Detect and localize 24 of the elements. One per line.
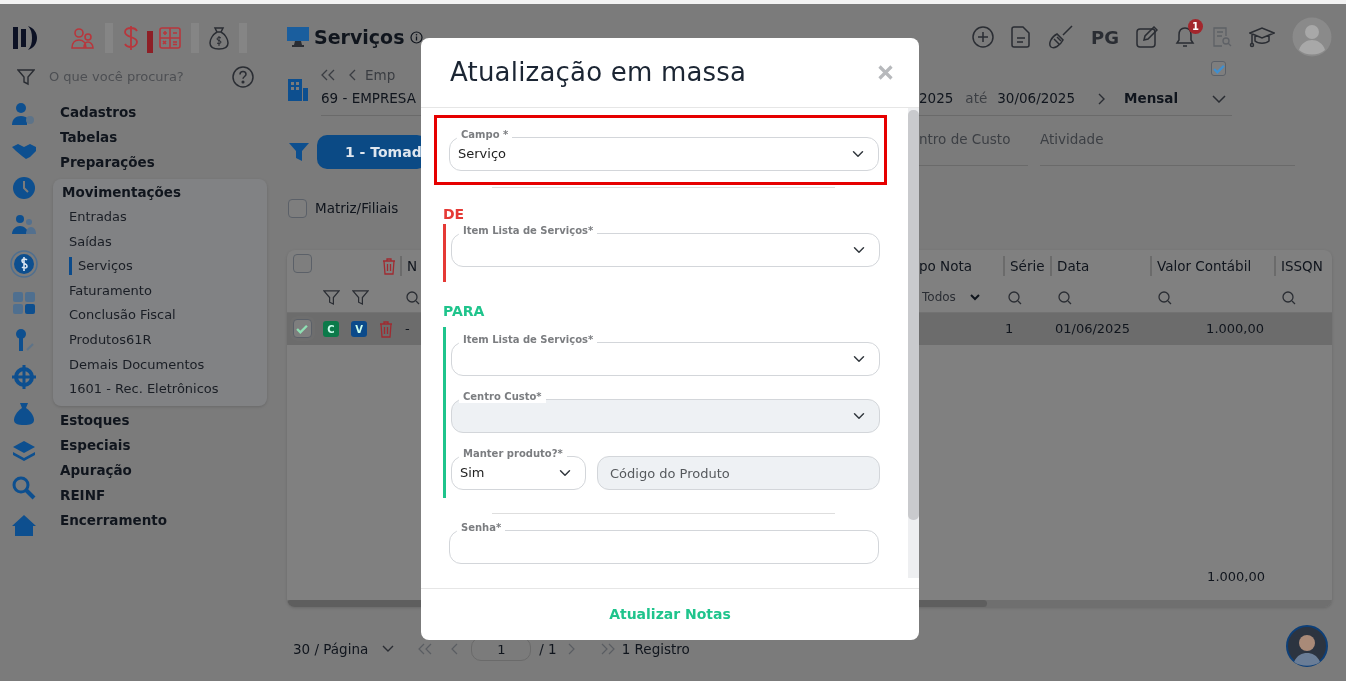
checkbox-label: Matriz/Filiais <box>315 198 399 218</box>
field-label: Centro Custo* <box>459 391 546 403</box>
total-value: 1.000,00 <box>1207 568 1265 586</box>
table-cell: 1 <box>1005 321 1014 337</box>
status-tag: C <box>323 321 339 337</box>
company-label: Emp <box>365 66 396 84</box>
page-title: Serviços <box>314 24 405 50</box>
field-label: Senha* <box>457 522 506 534</box>
page-count: / 1 <box>539 639 557 659</box>
field-label: Campo * <box>457 129 513 141</box>
field-label: Item Lista de Serviços* <box>459 225 598 237</box>
section-heading: DE <box>443 205 466 224</box>
status-tag: V <box>351 321 367 337</box>
date-separator: até <box>965 89 988 109</box>
field-label: Manter produto?* <box>459 448 567 460</box>
field-label: Item Lista de Serviços* <box>459 334 598 346</box>
notification-badge: 1 <box>1188 19 1203 34</box>
table-cell: 1.000,00 <box>1206 321 1264 337</box>
record-count: 1 Registro <box>621 639 690 659</box>
company-name: 69 - EMPRESA <box>321 89 417 108</box>
section-heading: PARA <box>443 302 486 321</box>
modal-title: Atualização em massa <box>450 56 747 89</box>
table-cell: - <box>405 321 410 337</box>
table-cell: 01/06/2025 <box>1055 321 1130 337</box>
